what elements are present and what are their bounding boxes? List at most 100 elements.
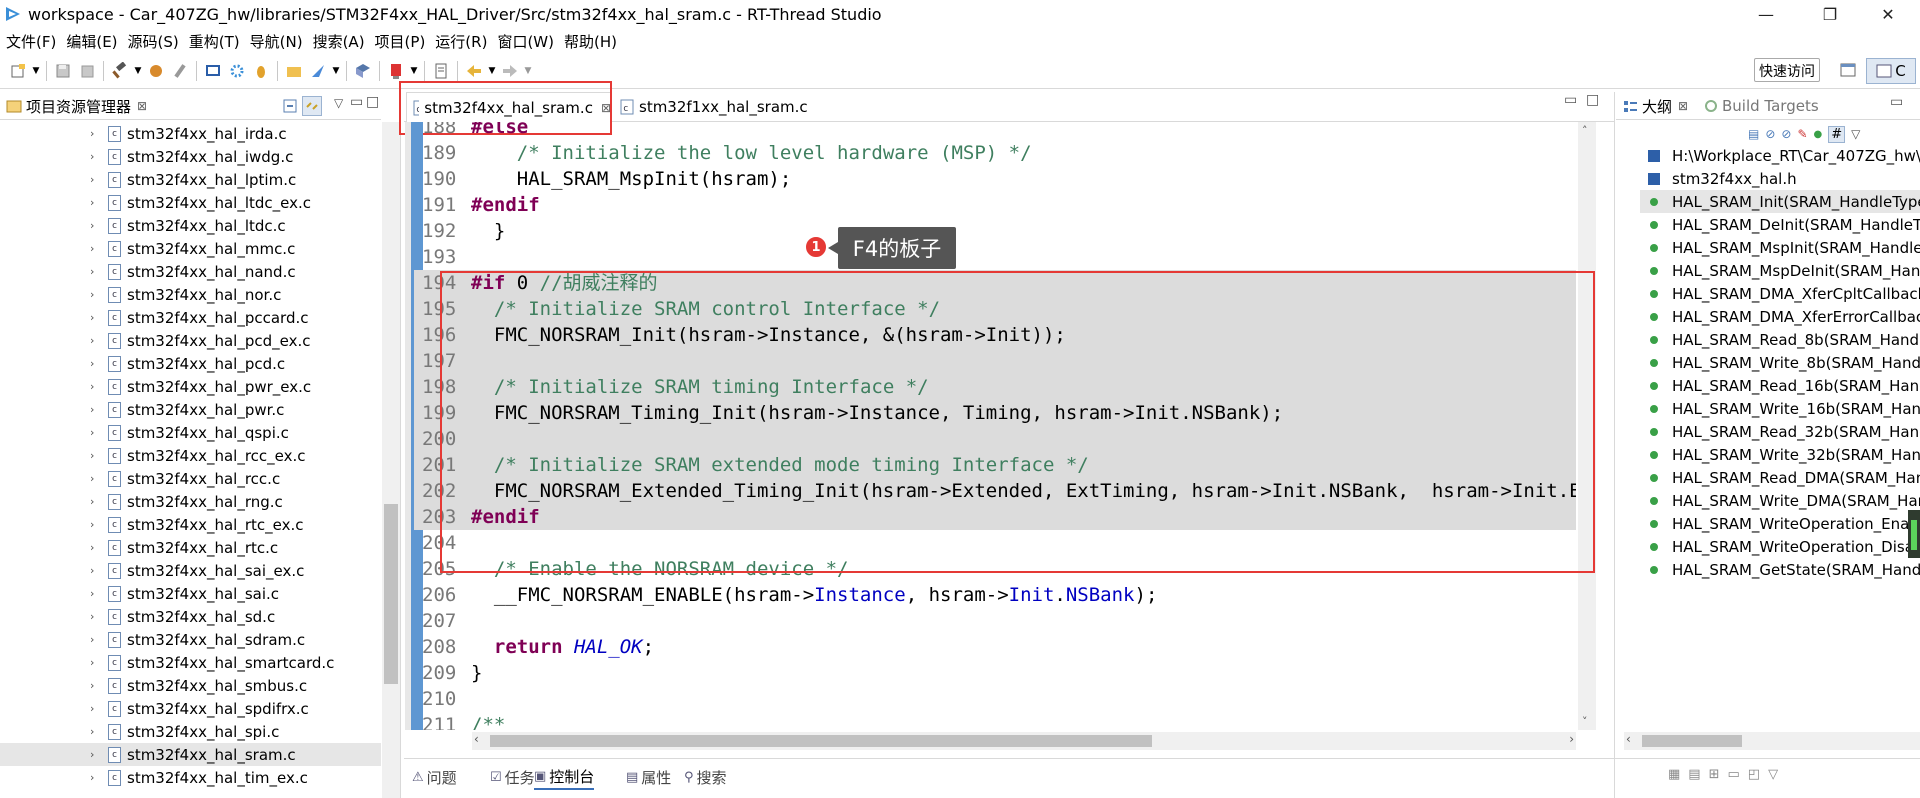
expand-arrow-icon[interactable]: › [90, 150, 94, 163]
menu-item[interactable]: 编辑(E) [60, 31, 121, 52]
tab-bottom-3[interactable]: ▤ 属性 [626, 764, 671, 790]
dropdown-arrow-icon[interactable]: ▼ [523, 60, 533, 82]
code-line[interactable]: 191 #endif [414, 192, 1576, 218]
clean-icon[interactable] [169, 60, 191, 82]
expand-arrow-icon[interactable]: › [90, 311, 94, 324]
scroll-left-arrow-icon[interactable]: ‹ [1626, 732, 1631, 746]
tree-item[interactable]: › c stm32f4xx_hal_lptim.c [0, 168, 381, 191]
new-icon[interactable] [7, 60, 29, 82]
hide-nonpublic-icon[interactable]: ✎ [1797, 127, 1807, 141]
expand-arrow-icon[interactable]: › [90, 242, 94, 255]
outline-item[interactable]: HAL_SRAM_Read_32b(SRAM_HandleTyp [1640, 420, 1920, 443]
menu-item[interactable]: 重构(T) [183, 31, 244, 52]
maximize-view-icon[interactable]: □ [366, 94, 379, 110]
rebuild-icon[interactable] [145, 60, 167, 82]
tab-stm32f1xx-hal-sram[interactable]: c stm32f1xx_hal_sram.c [614, 92, 814, 122]
tree-item[interactable]: › c stm32f4xx_hal_tim_ex.c [0, 766, 381, 789]
console-new-icon[interactable]: ◰ [1748, 767, 1760, 782]
dropdown-arrow-icon[interactable]: ▼ [487, 60, 497, 82]
close-button[interactable]: ✕ [1864, 0, 1912, 28]
outline-horizontal-scrollbar[interactable]: ‹ [1624, 732, 1920, 750]
menu-item[interactable]: 项目(P) [369, 31, 430, 52]
view-menu-icon[interactable]: ▽ [1851, 127, 1860, 141]
outline-item[interactable]: HAL_SRAM_Write_8b(SRAM_HandleTyp [1640, 351, 1920, 374]
tree-item[interactable]: › c stm32f4xx_hal_mmc.c [0, 237, 381, 260]
expand-arrow-icon[interactable]: › [90, 656, 94, 669]
outline-item[interactable]: stm32f4xx_hal.h [1640, 167, 1920, 190]
tree-item[interactable]: › c stm32f4xx_hal_pwr_ex.c [0, 375, 381, 398]
code-line[interactable]: 192 } [414, 218, 1576, 244]
tree-item[interactable]: › c stm32f4xx_hal_pccard.c [0, 306, 381, 329]
outline-item[interactable]: HAL_SRAM_Write_DMA(SRAM_HandleTy [1640, 489, 1920, 512]
tab-bottom-1[interactable]: ☑ 任务 [490, 764, 535, 790]
debug-bug-icon[interactable] [250, 60, 272, 82]
menu-item[interactable]: 源码(S) [122, 31, 183, 52]
menu-item[interactable]: 运行(R) [429, 31, 491, 52]
outline-item[interactable]: HAL_SRAM_Write_16b(SRAM_HandleTy [1640, 397, 1920, 420]
maximize-editor-icon[interactable]: □ [1586, 92, 1599, 108]
tree-item[interactable]: › c stm32f4xx_hal_sram.c [0, 743, 381, 766]
expand-arrow-icon[interactable]: › [90, 564, 94, 577]
collapse-all-icon[interactable] [282, 98, 298, 114]
tree-item[interactable]: › c stm32f4xx_hal_rng.c [0, 490, 381, 513]
expand-arrow-icon[interactable]: › [90, 173, 94, 186]
outline-item[interactable]: HAL_SRAM_DeInit(SRAM_HandleTypeDef [1640, 213, 1920, 236]
expand-arrow-icon[interactable]: › [90, 518, 94, 531]
restore-button[interactable]: ❐ [1806, 0, 1854, 28]
code-line[interactable]: 207 [414, 608, 1576, 634]
tab-bottom-4[interactable]: ⚲ 搜索 [684, 764, 727, 790]
scroll-left-arrow-icon[interactable]: ‹ [474, 732, 479, 746]
menu-item[interactable]: 帮助(H) [558, 31, 621, 52]
tree-item[interactable]: › c stm32f4xx_hal_irda.c [0, 122, 381, 145]
view-menu-icon[interactable]: ▽ [1768, 767, 1778, 782]
view-menu-icon[interactable]: ▽ [334, 96, 343, 110]
tree-item[interactable]: › c stm32f4xx_hal_rcc_ex.c [0, 444, 381, 467]
tab-bottom-2[interactable]: ▣ 控制台 [534, 764, 595, 790]
document-icon[interactable] [430, 60, 452, 82]
expand-arrow-icon[interactable]: › [90, 587, 94, 600]
code-line[interactable]: 189 /* Initialize the low level hardware… [414, 140, 1576, 166]
scroll-up-arrow-icon[interactable]: ˄ [1582, 124, 1588, 137]
tab-build-targets[interactable]: Build Targets [1704, 92, 1819, 120]
code-line[interactable]: 209} [414, 660, 1576, 686]
tree-item[interactable]: › c stm32f4xx_hal_sd.c [0, 605, 381, 628]
tree-item[interactable]: › c stm32f4xx_hal_sdram.c [0, 628, 381, 651]
tree-item[interactable]: › c stm32f4xx_hal_sai.c [0, 582, 381, 605]
sort-icon[interactable]: ▤ [1748, 127, 1759, 141]
outline-item[interactable]: HAL_SRAM_Read_DMA(SRAM_HandleTyp [1640, 466, 1920, 489]
tree-item[interactable]: › c stm32f4xx_hal_ltdc_ex.c [0, 191, 381, 214]
scroll-down-arrow-icon[interactable]: ˅ [1582, 715, 1588, 728]
expand-arrow-icon[interactable]: › [90, 219, 94, 232]
expand-arrow-icon[interactable]: › [90, 127, 94, 140]
tree-item[interactable]: › c stm32f4xx_hal_pcd.c [0, 352, 381, 375]
outline-item[interactable]: HAL_SRAM_WriteOperation_Disable(S [1640, 535, 1920, 558]
tree-item[interactable]: › c stm32f4xx_hal_spi.c [0, 720, 381, 743]
tree-item[interactable]: › c stm32f4xx_hal_spdifrx.c [0, 697, 381, 720]
outline-item[interactable]: HAL_SRAM_Read_16b(SRAM_HandleTyp [1640, 374, 1920, 397]
link-editor-icon[interactable] [302, 96, 322, 116]
expand-arrow-icon[interactable]: › [90, 288, 94, 301]
minimize-editor-icon[interactable]: ▭ [1564, 92, 1577, 108]
menu-item[interactable]: 文件(F) [0, 31, 60, 52]
close-tab-icon[interactable]: ⊠ [137, 99, 147, 113]
expand-arrow-icon[interactable]: › [90, 541, 94, 554]
save-icon[interactable] [52, 60, 74, 82]
tree-item[interactable]: › c stm32f4xx_hal_nand.c [0, 260, 381, 283]
tree-item[interactable]: › c stm32f4xx_hal_pcd_ex.c [0, 329, 381, 352]
outline-item[interactable]: HAL_SRAM_Read_8b(SRAM_HandleType [1640, 328, 1920, 351]
tree-item[interactable]: › c stm32f4xx_hal_smbus.c [0, 674, 381, 697]
expand-arrow-icon[interactable]: › [90, 357, 94, 370]
hide-static-icon[interactable]: ⊘ [1781, 127, 1791, 141]
outline-item[interactable]: HAL_SRAM_WriteOperation_Enable(SR [1640, 512, 1920, 535]
outline-item[interactable]: HAL_SRAM_Write_32b(SRAM_HandleTy [1640, 443, 1920, 466]
expand-arrow-icon[interactable]: › [90, 679, 94, 692]
c-perspective-button[interactable]: C [1866, 58, 1916, 84]
console-pin-icon[interactable]: ▦ [1668, 767, 1680, 782]
outline-item[interactable]: HAL_SRAM_DMA_XferCpltCallback(DMA [1640, 282, 1920, 305]
menu-item[interactable]: 窗口(W) [491, 31, 558, 52]
tree-item[interactable]: › c stm32f4xx_hal_rcc.c [0, 467, 381, 490]
back-arrow-icon[interactable] [463, 60, 485, 82]
console-display-icon[interactable]: ▭ [1728, 767, 1740, 782]
code-line[interactable]: 211 /** [414, 712, 1576, 730]
scrollbar-thumb[interactable] [384, 504, 398, 684]
